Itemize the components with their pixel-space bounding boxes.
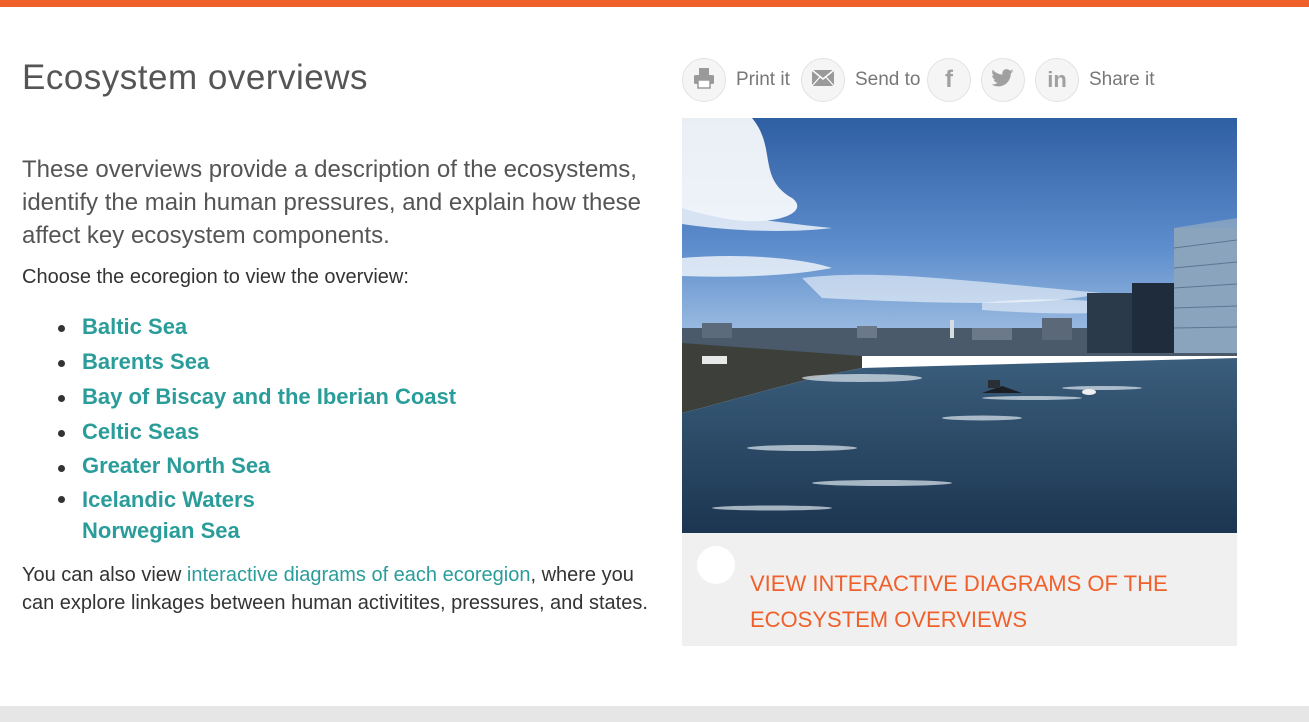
ecoregion-link-greater-north-sea[interactable]: Greater North Sea bbox=[0, 450, 456, 484]
view-interactive-diagrams-link[interactable]: VIEW INTERACTIVE DIAGRAMS OF THE ECOSYST… bbox=[750, 566, 1210, 638]
choose-prompt: Choose the ecoregion to view the overvie… bbox=[22, 266, 409, 288]
cta-panel: VIEW INTERACTIVE DIAGRAMS OF THE ECOSYST… bbox=[682, 533, 1237, 646]
printer-icon bbox=[692, 67, 716, 94]
ecoregion-label: Barents Sea bbox=[82, 349, 210, 374]
send-button[interactable] bbox=[801, 58, 845, 102]
harbour-photo bbox=[682, 118, 1237, 533]
facebook-icon: f bbox=[945, 66, 953, 93]
ecoregion-link-icelandic-waters[interactable]: Icelandic Waters bbox=[0, 484, 456, 515]
ecoregion-label: Greater North Sea bbox=[82, 453, 271, 478]
send-label[interactable]: Send to bbox=[855, 69, 921, 91]
print-label[interactable]: Print it bbox=[736, 69, 790, 91]
footer-band bbox=[0, 706, 1309, 722]
ecoregion-label: Baltic Sea bbox=[82, 314, 188, 339]
interactive-diagrams-link[interactable]: interactive diagrams of each ecoregion bbox=[187, 564, 531, 586]
print-button[interactable] bbox=[682, 58, 726, 102]
linkedin-button[interactable]: in bbox=[1035, 58, 1079, 102]
page-title: Ecosystem overviews bbox=[22, 58, 368, 97]
intro-text: These overviews provide a description of… bbox=[22, 156, 642, 249]
ecoregion-link-baltic-sea[interactable]: Baltic Sea bbox=[0, 310, 456, 345]
footer-text-before: You can also view bbox=[22, 564, 187, 586]
share-label[interactable]: Share it bbox=[1089, 69, 1154, 91]
twitter-icon bbox=[991, 68, 1015, 93]
ecoregion-label: Celtic Seas bbox=[82, 419, 200, 444]
twitter-button[interactable] bbox=[981, 58, 1025, 102]
ecoregion-list: Baltic Sea Barents Sea Bay of Biscay and… bbox=[0, 310, 456, 546]
ecoregion-link-bay-of-biscay[interactable]: Bay of Biscay and the Iberian Coast bbox=[0, 380, 456, 415]
ecoregion-label: Icelandic Waters bbox=[82, 487, 255, 512]
bullet bbox=[58, 496, 65, 503]
ecoregion-label: Bay of Biscay and the Iberian Coast bbox=[82, 384, 457, 409]
facebook-button[interactable]: f bbox=[927, 58, 971, 102]
bullet bbox=[58, 325, 65, 332]
footer-paragraph: You can also view interactive diagrams o… bbox=[22, 561, 662, 617]
top-accent-bar bbox=[0, 0, 1309, 7]
bullet bbox=[58, 395, 65, 402]
linkedin-icon: in bbox=[1047, 67, 1067, 92]
bullet bbox=[58, 360, 65, 367]
ecoregion-link-barents-sea[interactable]: Barents Sea bbox=[0, 345, 456, 380]
bullet bbox=[58, 430, 65, 437]
ecoregion-link-norwegian-sea[interactable]: Norwegian Sea bbox=[0, 515, 456, 546]
ecoregion-label: Norwegian Sea bbox=[82, 518, 240, 543]
ecoregion-link-celtic-seas[interactable]: Celtic Seas bbox=[0, 415, 456, 450]
bullet bbox=[58, 465, 65, 472]
envelope-icon bbox=[811, 68, 835, 92]
cta-circle-icon bbox=[697, 546, 735, 584]
